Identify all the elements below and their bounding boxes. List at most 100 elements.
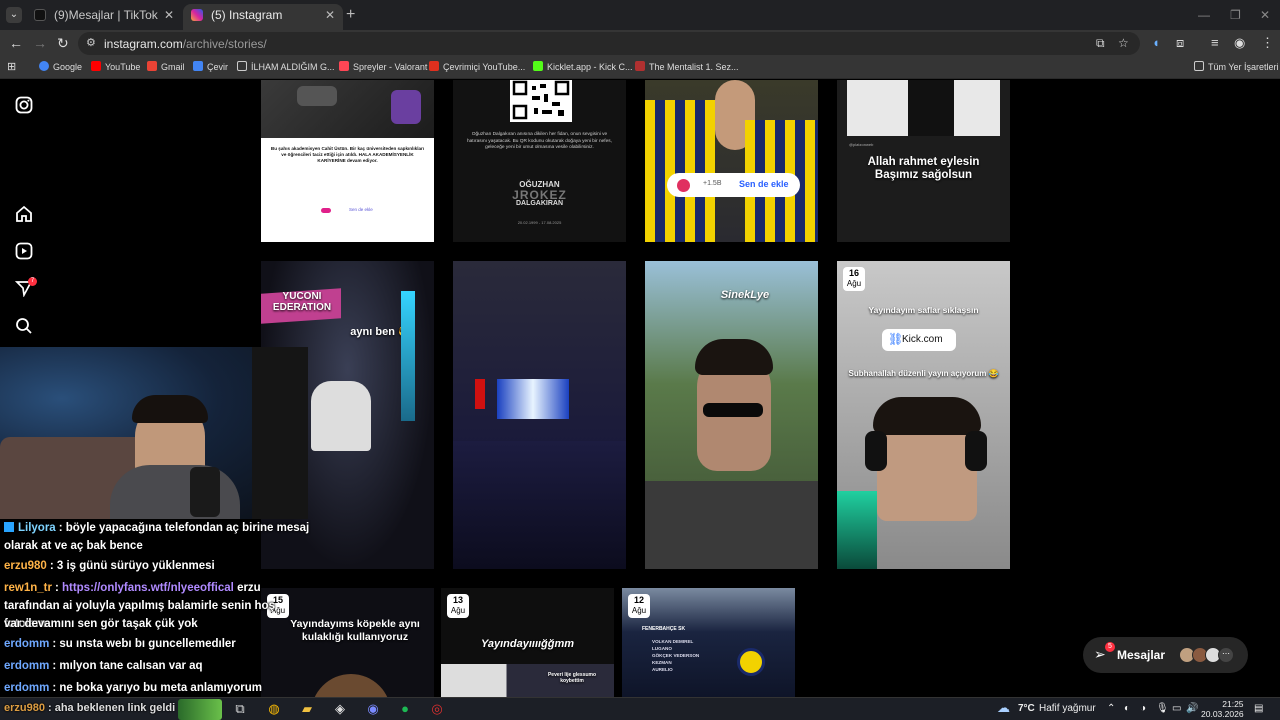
search-icon[interactable] bbox=[14, 317, 34, 337]
stage-sign: YUCONI EDERATION bbox=[272, 291, 332, 313]
weather-desc: Hafif yağmur bbox=[1039, 703, 1096, 714]
chat-text: erzu bbox=[237, 582, 261, 594]
stream-chat: Lilyora: böyle yapacağına telefondan aç … bbox=[0, 519, 310, 699]
story-tile-stream-announce[interactable]: 13 Ağu Yayındayıııığğmm Peveri lije gless… bbox=[441, 588, 614, 698]
chat-text: ne boka yarıyo bu meta anlamıyorum bbox=[59, 682, 262, 694]
story-tile-condolence[interactable]: @platzonweb Allah rahmet eylesin Başımız… bbox=[837, 80, 1010, 242]
home-icon[interactable] bbox=[14, 205, 34, 225]
back-icon[interactable]: ← bbox=[9, 35, 23, 51]
taskbar-thumbnail[interactable] bbox=[178, 699, 222, 720]
story-text-secondary: Subhanallah düzenli yayın açıyorum 😂 bbox=[848, 369, 999, 378]
story-tile-kick-live[interactable]: 16 Ağu Yayındayım saflar sıklaşsın ⛓ Kick… bbox=[837, 261, 1010, 569]
reload-icon[interactable]: ↻ bbox=[57, 35, 69, 52]
new-tab-button[interactable]: + bbox=[346, 6, 355, 24]
spotify-icon[interactable]: ● bbox=[396, 701, 414, 719]
menu-kebab-icon[interactable]: ⋮ bbox=[1261, 35, 1274, 51]
add-yours-sticker[interactable]: +1.5B Sen de ekle bbox=[667, 173, 800, 197]
date-badge: 12 Ağu bbox=[628, 594, 650, 618]
chat-link[interactable]: https://onlyfans.wtf/nlyeeoffical bbox=[62, 582, 234, 594]
forward-icon[interactable]: → bbox=[33, 35, 47, 51]
bookmark-youtube[interactable]: YouTube bbox=[91, 61, 140, 72]
volume-icon[interactable]: 🔊 bbox=[1186, 703, 1198, 714]
bookmark-translate[interactable]: Çevir bbox=[193, 61, 228, 72]
obs-icon[interactable]: ◎ bbox=[428, 701, 446, 719]
install-app-icon[interactable]: ⧉ bbox=[1096, 36, 1105, 51]
bookmark-google[interactable]: Google bbox=[39, 61, 82, 72]
folder-icon bbox=[1194, 61, 1204, 71]
clock-date: 20.03.2026 bbox=[1201, 709, 1244, 719]
story-tile-fenerbahce-fans[interactable]: +1.5B Sen de ekle bbox=[645, 80, 818, 242]
address-bar[interactable]: ⚙ instagram.com/archive/stories/ ⧉ ☆ bbox=[78, 32, 1140, 55]
close-window-icon[interactable]: ✕ bbox=[1260, 8, 1270, 22]
extensions-puzzle-icon[interactable]: ⧈ bbox=[1176, 35, 1184, 51]
profile-avatar-icon[interactable]: ◉ bbox=[1234, 35, 1245, 51]
battery-icon[interactable]: ▭ bbox=[1172, 703, 1181, 714]
instagram-logo-icon[interactable] bbox=[14, 96, 34, 116]
all-bookmarks-folder[interactable]: Tüm Yer İşaretleri bbox=[1194, 61, 1279, 72]
discord-icon[interactable]: ◉ bbox=[364, 701, 382, 719]
tray-chevron-icon[interactable]: ⌃ bbox=[1107, 703, 1115, 714]
notification-center-icon[interactable]: ▤ bbox=[1254, 703, 1263, 714]
chat-message: erzu980: 3 iş günü sürüyo yüklenmesi bbox=[4, 560, 215, 572]
chrome-icon[interactable]: ◍ bbox=[265, 701, 283, 719]
reels-icon[interactable] bbox=[14, 242, 34, 262]
site-info-icon[interactable]: ⚙ bbox=[86, 36, 96, 49]
kicklet-icon bbox=[533, 61, 543, 71]
mentalist-icon bbox=[635, 61, 645, 71]
restore-icon[interactable]: ❐ bbox=[1230, 8, 1241, 22]
lineup-player: GÖKÇEK VEDERSON bbox=[652, 653, 700, 658]
streamer-hair bbox=[132, 395, 208, 423]
story-link: Sen de ekle bbox=[349, 207, 373, 212]
bookmark-gmail[interactable]: Gmail bbox=[147, 61, 185, 72]
bookmark-star-icon[interactable]: ☆ bbox=[1118, 36, 1129, 50]
youtube-icon bbox=[91, 61, 101, 71]
gmail-icon bbox=[147, 61, 157, 71]
file-explorer-icon[interactable]: ▰ bbox=[298, 701, 316, 719]
tray-app-icon[interactable]: ◑ bbox=[1140, 703, 1146, 714]
date-badge: 13 Ağu bbox=[447, 594, 469, 618]
story-tile-fenerbahce-lineup[interactable]: 12 Ağu FENERBAHÇE SK VOLKAN DEMIREL LUGAN… bbox=[622, 588, 795, 698]
bookmark-valorant[interactable]: Spreyler - Valorant bbox=[339, 61, 427, 72]
tab-tiktok[interactable]: (9)Mesajlar | TikTok ✕ bbox=[26, 4, 182, 30]
story-handle: @platzonweb bbox=[849, 142, 874, 147]
bookmarks-bar: ⊞ Google YouTube Gmail Çevir İLHAM ALDIĞ… bbox=[0, 57, 1280, 79]
bookmark-mentalist[interactable]: The Mentalist 1. Sez... bbox=[635, 61, 739, 72]
story-tile-sinek-lye[interactable]: SinekLye bbox=[645, 261, 818, 569]
chat-username: erdomm bbox=[4, 638, 50, 650]
story-tile-oguzhan[interactable]: Oğuzhan Dalgakıran anısına dikilen her f… bbox=[453, 80, 626, 242]
lineup-player: VOLKAN DEMIREL bbox=[652, 639, 694, 644]
tab-strip: ⌄ (9)Mesajlar | TikTok ✕ (5) Instagram ✕… bbox=[0, 0, 1280, 30]
valorant-icon bbox=[339, 61, 349, 71]
close-tab-icon[interactable]: ✕ bbox=[164, 4, 174, 26]
tab-instagram[interactable]: (5) Instagram ✕ bbox=[183, 4, 343, 30]
lineup-player: LUGANO bbox=[652, 646, 672, 651]
story-text: Bu şahıs akademisyen Cahit Üstün. Bir ka… bbox=[270, 146, 425, 163]
close-tab-icon[interactable]: ✕ bbox=[325, 4, 335, 26]
tab-search-icon[interactable]: ⌄ bbox=[6, 7, 22, 23]
bookmark-folder[interactable]: İLHAM ALDIĞIM G... bbox=[237, 61, 335, 72]
story-tile-auditorium[interactable] bbox=[453, 261, 626, 569]
bookmark-kicklet[interactable]: Kicklet.app - Kick C... bbox=[533, 61, 633, 72]
task-view-icon[interactable]: ⧉ bbox=[231, 701, 249, 719]
apps-grid-icon[interactable]: ⊞ bbox=[7, 60, 16, 73]
story-tile-akademisyen[interactable]: Bu şahıs akademisyen Cahit Üstün. Bir ka… bbox=[261, 80, 434, 242]
messages-button[interactable]: ➢ 5 Mesajlar ⋯ bbox=[1083, 637, 1248, 673]
minimize-icon[interactable]: — bbox=[1198, 8, 1210, 22]
chat-message: erdomm: su ınsta webı bı guncellemedıler bbox=[4, 638, 236, 650]
extension-icon[interactable]: ◖ bbox=[1152, 35, 1160, 50]
chat-message: Lilyora: böyle yapacağına telefondan aç … bbox=[4, 519, 309, 537]
microphone-tray-icon[interactable]: 🎙 bbox=[1156, 703, 1169, 714]
browser-toolbar: ← → ↻ ⚙ instagram.com/archive/stories/ ⧉… bbox=[0, 30, 1280, 57]
weather-icon[interactable]: ☁ bbox=[997, 700, 1010, 716]
story-text: Yayındayıııığğmm bbox=[480, 638, 575, 650]
add-yours-cta: Sen de ekle bbox=[739, 179, 789, 189]
lineup-list: VOLKAN DEMIREL LUGANO GÖKÇEK VEDERSON KE… bbox=[652, 638, 699, 673]
bookmark-youtube-converter[interactable]: Çevrimiçi YouTube... bbox=[429, 61, 525, 72]
link-sticker[interactable]: ⛓ Kick.com bbox=[882, 329, 956, 351]
tray-app-icon[interactable]: ◐ bbox=[1124, 703, 1130, 714]
lineup-player: AURELIO bbox=[652, 667, 673, 672]
system-clock[interactable]: 21:25 20.03.2026 bbox=[1201, 699, 1244, 719]
chat-username: erdomm bbox=[4, 660, 50, 672]
reading-list-icon[interactable]: ≡ bbox=[1211, 35, 1219, 50]
app-icon[interactable]: ◈ bbox=[331, 701, 349, 719]
